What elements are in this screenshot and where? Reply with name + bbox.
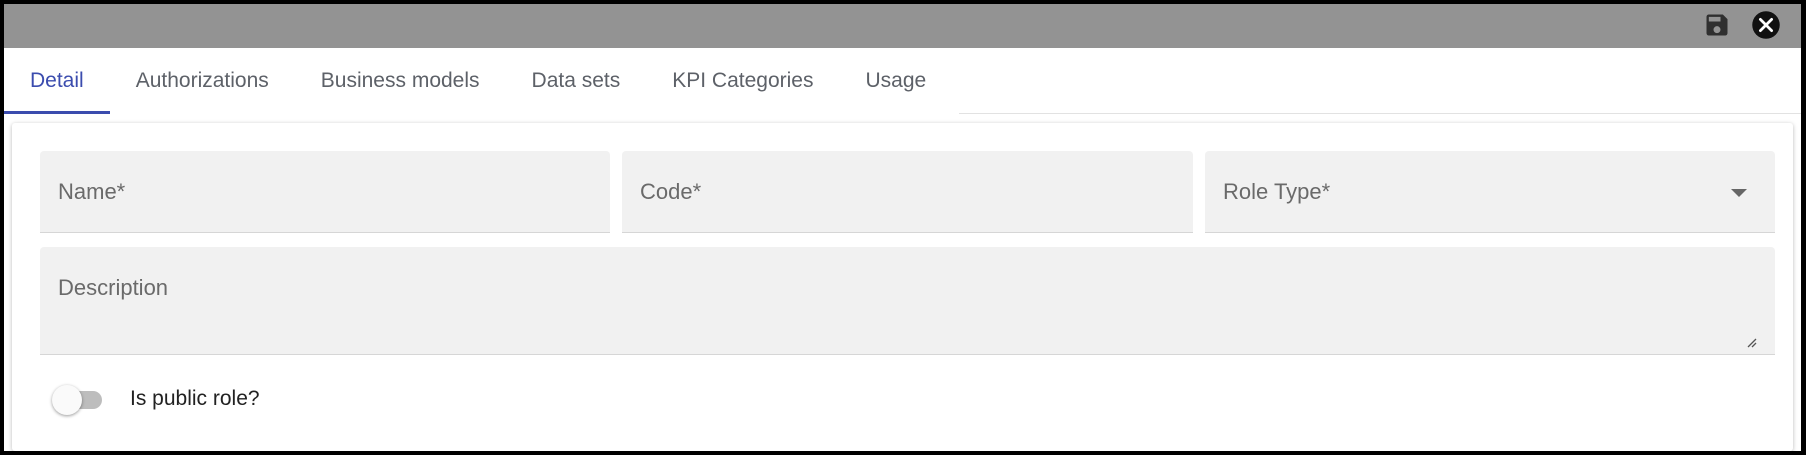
name-field (40, 151, 610, 233)
public-role-switch[interactable] (52, 385, 108, 415)
save-button[interactable] (1701, 9, 1733, 41)
tab-data-sets[interactable]: Data sets (506, 48, 647, 114)
close-icon (1752, 11, 1780, 39)
tab-detail[interactable]: Detail (4, 48, 110, 114)
role-type-label: Role Type* (1223, 178, 1331, 204)
description-input[interactable] (40, 247, 1775, 354)
public-role-label: Is public role? (130, 387, 260, 410)
switch-thumb (52, 385, 82, 415)
code-field (622, 151, 1193, 233)
chevron-down-icon (1731, 189, 1747, 197)
tab-usage[interactable]: Usage (840, 48, 953, 114)
tab-kpi-categories[interactable]: KPI Categories (646, 48, 839, 114)
role-detail-dialog: Detail Authorizations Business models Da… (4, 4, 1801, 451)
role-type-select[interactable]: Role Type* (1205, 151, 1775, 233)
description-field (40, 247, 1775, 355)
code-input[interactable] (622, 151, 1193, 232)
tab-divider (959, 113, 1801, 114)
name-input[interactable] (40, 151, 610, 232)
detail-card: Role Type* Is public role? (12, 123, 1793, 451)
save-icon (1706, 14, 1728, 36)
dialog-toolbar (4, 4, 1801, 48)
tab-bar: Detail Authorizations Business models Da… (4, 48, 952, 114)
tab-authorizations[interactable]: Authorizations (110, 48, 295, 114)
resize-handle-icon[interactable] (1745, 336, 1757, 348)
close-button[interactable] (1750, 9, 1782, 41)
public-role-toggle[interactable]: Is public role? (52, 379, 260, 419)
tab-business-models[interactable]: Business models (295, 48, 506, 114)
